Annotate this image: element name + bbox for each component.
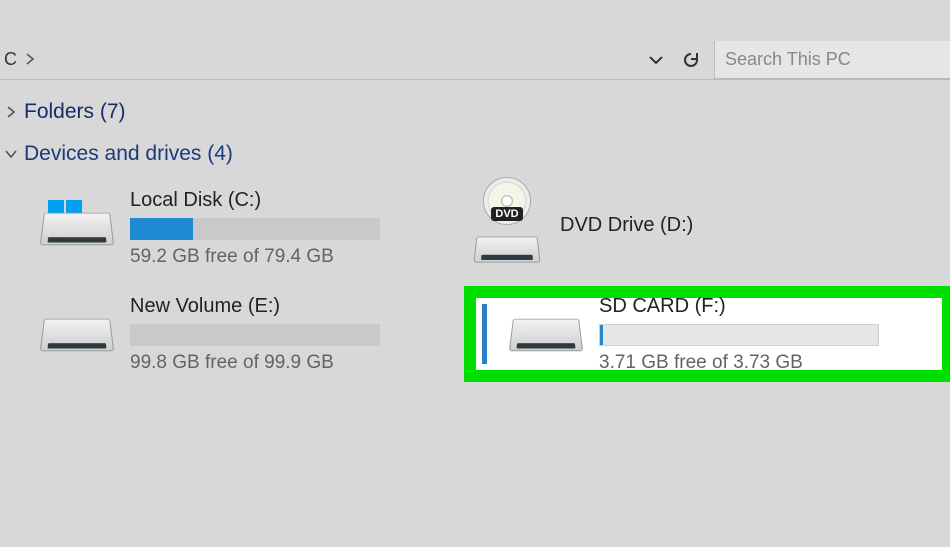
search-input[interactable]: Search This PC bbox=[714, 41, 950, 79]
storage-bar bbox=[599, 324, 879, 346]
drive-local-disk-c[interactable]: Local Disk (C:) 59.2 GB free of 79.4 GB bbox=[34, 180, 464, 276]
refresh-icon[interactable] bbox=[682, 51, 700, 69]
drive-dvd-d[interactable]: DVD DVD Drive (D:) bbox=[464, 180, 950, 276]
chevron-right-icon bbox=[4, 106, 18, 118]
hard-drive-icon bbox=[509, 297, 583, 371]
selection-edge bbox=[482, 304, 487, 364]
storage-bar bbox=[130, 324, 380, 346]
drive-free-text: 59.2 GB free of 79.4 GB bbox=[130, 246, 458, 268]
drive-name: SD CARD (F:) bbox=[599, 295, 932, 318]
storage-bar-fill bbox=[130, 218, 193, 240]
group-folders-label: Folders (7) bbox=[24, 100, 126, 124]
drive-free-text: 3.71 GB free of 3.73 GB bbox=[599, 352, 932, 374]
chevron-down-icon bbox=[4, 149, 18, 159]
drive-sd-card-f[interactable]: SD CARD (F:) 3.71 GB free of 3.73 GB bbox=[476, 298, 942, 370]
drive-name: Local Disk (C:) bbox=[130, 189, 458, 212]
group-folders[interactable]: Folders (7) bbox=[4, 100, 942, 124]
drive-sd-card-f-highlight: SD CARD (F:) 3.71 GB free of 3.73 GB bbox=[464, 286, 950, 382]
drive-new-volume-e[interactable]: New Volume (E:) 99.8 GB free of 99.9 GB bbox=[34, 286, 464, 382]
storage-bar-fill bbox=[600, 325, 603, 345]
breadcrumb[interactable]: C bbox=[0, 49, 642, 70]
history-dropdown-icon[interactable] bbox=[648, 54, 664, 66]
address-bar: C Search This PC bbox=[0, 40, 950, 80]
hard-drive-icon bbox=[40, 297, 114, 371]
hard-drive-windows-icon bbox=[40, 191, 114, 265]
search-placeholder: Search This PC bbox=[725, 49, 851, 70]
drive-name: New Volume (E:) bbox=[130, 295, 458, 318]
storage-bar bbox=[130, 218, 380, 240]
chevron-right-icon[interactable] bbox=[25, 52, 35, 68]
dvd-drive-icon: DVD bbox=[470, 191, 544, 265]
group-devices-label: Devices and drives (4) bbox=[24, 142, 233, 166]
drive-name: DVD Drive (D:) bbox=[560, 214, 948, 237]
group-devices[interactable]: Devices and drives (4) bbox=[4, 142, 942, 166]
breadcrumb-segment[interactable]: C bbox=[4, 49, 17, 70]
drive-free-text: 99.8 GB free of 99.9 GB bbox=[130, 352, 458, 374]
